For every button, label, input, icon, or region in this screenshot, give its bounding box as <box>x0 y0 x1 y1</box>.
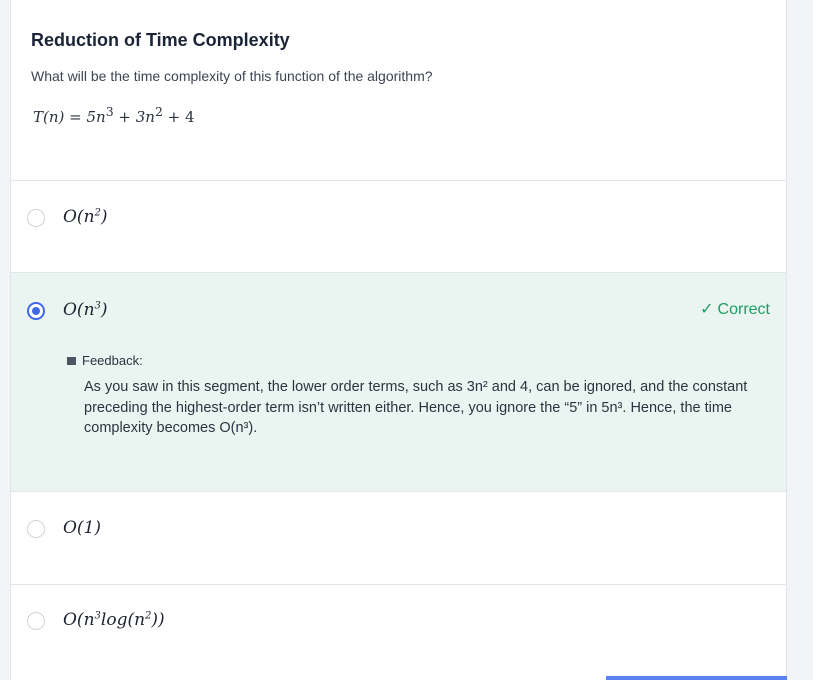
question-formula: T(n) = 5n3 + 3n2 + 4 <box>33 104 195 126</box>
option-1-base: O(n <box>63 207 95 227</box>
correct-status: ✓ Correct <box>700 299 770 319</box>
option-3-base: O(1) <box>63 518 102 538</box>
check-icon: ✓ <box>700 301 714 318</box>
feedback-heading: Feedback: <box>67 353 143 368</box>
comment-icon <box>67 356 76 365</box>
formula-lhs: T(n) = 5n <box>33 108 106 126</box>
feedback-text: As you saw in this segment, the lower or… <box>84 379 748 436</box>
option-2[interactable]: O(n3) ✓ Correct Feedback: As you saw in t… <box>11 272 786 491</box>
formula-rhs: + 4 <box>162 108 195 126</box>
radio-button[interactable] <box>27 612 45 630</box>
option-1-tail: ) <box>100 207 108 227</box>
option-4-base: O(n <box>63 610 95 630</box>
option-label: O(1) <box>63 518 101 538</box>
formula-exp-1: 3 <box>105 104 114 119</box>
formula-exp-2: 2 <box>154 104 163 119</box>
question-title: Reduction of Time Complexity <box>31 30 290 50</box>
option-1[interactable]: O(n2) <box>11 180 786 272</box>
option-4-tail-2: )) <box>151 610 165 630</box>
feedback-heading-text: Feedback: <box>82 353 143 368</box>
question-prompt: What will be the time complexity of this… <box>31 68 433 84</box>
question-card: Reduction of Time Complexity What will b… <box>10 0 787 680</box>
radio-button[interactable] <box>27 520 45 538</box>
formula-mid: + 3n <box>113 108 155 126</box>
radio-button-checked[interactable] <box>27 302 45 320</box>
option-4[interactable]: O(n3log(n2)) <box>11 584 786 680</box>
option-label: O(n3log(n2)) <box>63 610 165 630</box>
option-2-base: O(n <box>63 300 95 320</box>
option-2-tail: ) <box>100 300 108 320</box>
option-label: O(n3) <box>63 300 108 320</box>
submit-button-edge[interactable] <box>606 676 787 680</box>
option-4-tail: log(n <box>100 610 146 630</box>
option-3[interactable]: O(1) <box>11 491 786 584</box>
radio-button[interactable] <box>27 209 45 227</box>
correct-label: Correct <box>717 301 770 318</box>
option-label: O(n2) <box>63 207 108 227</box>
